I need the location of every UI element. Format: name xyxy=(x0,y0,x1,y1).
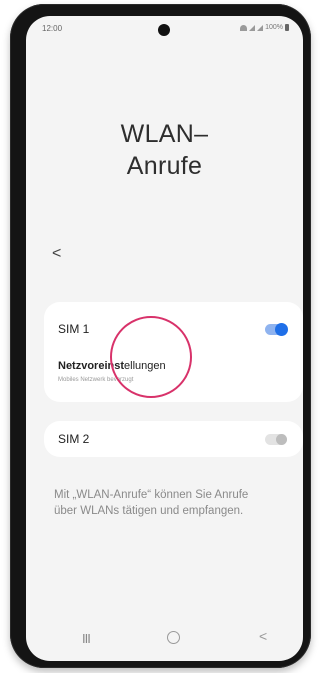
sim1-toggle-knob xyxy=(275,323,288,336)
stage: 12:00 100% WLAN– Anrufe < SIM 1 Netzvore… xyxy=(0,0,321,673)
status-icons: 100% xyxy=(240,24,289,31)
home-button[interactable] xyxy=(167,631,180,644)
back-button[interactable]: < xyxy=(52,244,72,264)
wifi-icon xyxy=(240,24,248,31)
highlight-circle xyxy=(110,316,192,398)
page-title-line-2: Anrufe xyxy=(126,152,203,180)
front-camera xyxy=(158,24,170,36)
status-bar: 12:00 100% xyxy=(26,16,303,44)
sim2-label: SIM 2 xyxy=(58,432,90,446)
sim2-card: SIM 2 xyxy=(44,421,303,457)
sim1-label: SIM 1 xyxy=(58,322,90,336)
battery-icon xyxy=(285,24,289,31)
page-title: WLAN– Anrufe xyxy=(26,118,303,182)
navigation-bar: III < xyxy=(26,619,303,661)
sim2-toggle-knob xyxy=(276,434,287,445)
signal-icon xyxy=(249,24,256,31)
recent-apps-button[interactable]: III xyxy=(82,631,91,646)
page-title-line-1: WLAN– xyxy=(120,120,209,148)
battery-level: 100% xyxy=(265,24,283,31)
nav-back-button[interactable]: < xyxy=(259,628,267,644)
signal-icon-2 xyxy=(257,24,264,31)
status-time: 12:00 xyxy=(42,24,63,33)
sim1-toggle[interactable] xyxy=(265,323,288,336)
sim2-toggle[interactable] xyxy=(265,434,287,445)
wlan-calling-description: Mit „WLAN-Anrufe“ können Sie Anrufe über… xyxy=(54,489,249,517)
